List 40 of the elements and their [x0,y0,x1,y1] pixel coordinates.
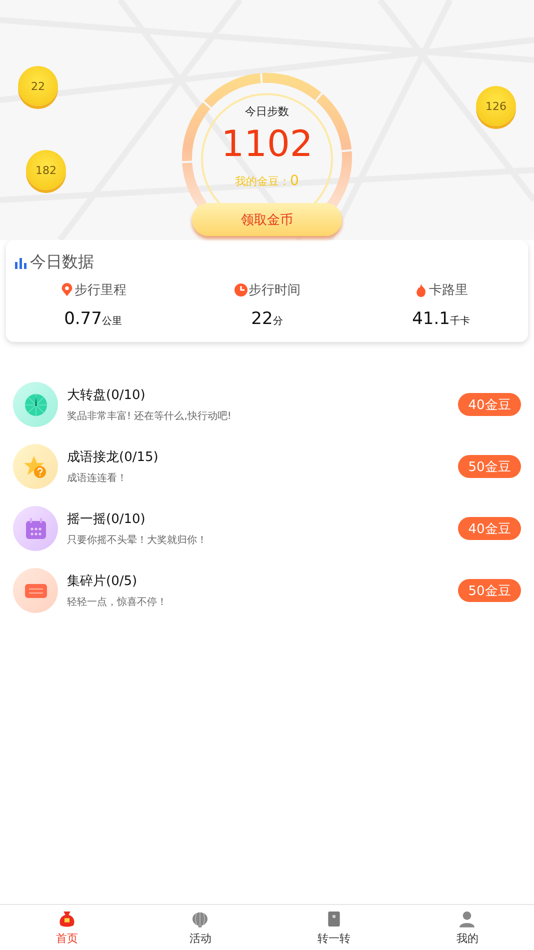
task-title: 摇一摇(0/10) [67,511,146,528]
money-bag-icon [56,909,77,929]
reward-button[interactable]: 50金豆 [458,579,521,602]
task-description: 奖品非常丰富! 还在等什么,快行动吧! [67,410,232,423]
stat-value: 0.77公里 [64,309,122,329]
tab[interactable]: 转一转 [267,905,400,950]
person-icon [457,909,478,929]
tab[interactable]: 首页 [0,905,134,950]
tab[interactable]: 我的 [400,905,534,950]
task-description: 成语连连看！ [67,472,128,485]
coin-bubble[interactable]: 126 [476,86,516,126]
bar-chart-icon [14,256,28,270]
task-icon [13,444,58,489]
task-title: 成语接龙(0/15) [67,449,160,466]
task-title: 大转盘(0/10) [67,387,146,404]
card-title: 今日数据 [30,252,94,273]
step-count: 1102 [221,123,313,167]
claim-coins-button[interactable]: 领取金币 [192,203,342,236]
stat-label: 步行时间 [248,282,300,299]
coin-bubble[interactable]: 182 [26,150,66,190]
task-description: 只要你摇不头晕！大奖就归你！ [67,534,208,547]
steps-label: 今日步数 [245,104,289,119]
task-icon [13,506,58,551]
coin-bubble[interactable]: 22 [18,66,58,106]
beans-balance: 我的金豆：0 [235,173,299,189]
task-description: 轻轻一点，惊喜不停！ [67,596,168,609]
clock-icon [234,283,248,297]
stat-label: 步行里程 [74,282,126,299]
reward-button[interactable]: 40金豆 [458,393,521,416]
stat-value: 22分 [251,309,283,329]
stat-label: 卡路里 [429,282,468,299]
task-icon [13,382,58,427]
tab[interactable]: 活动 [134,905,267,950]
reward-button[interactable]: 50金豆 [458,455,521,478]
stat-value: 41.1千卡 [412,309,470,329]
reward-button[interactable]: 40金豆 [458,517,521,540]
task-icon [13,568,58,613]
task-title: 集碎片(0/5) [67,573,138,590]
location-pin-icon [60,283,74,297]
flame-icon [414,283,428,297]
